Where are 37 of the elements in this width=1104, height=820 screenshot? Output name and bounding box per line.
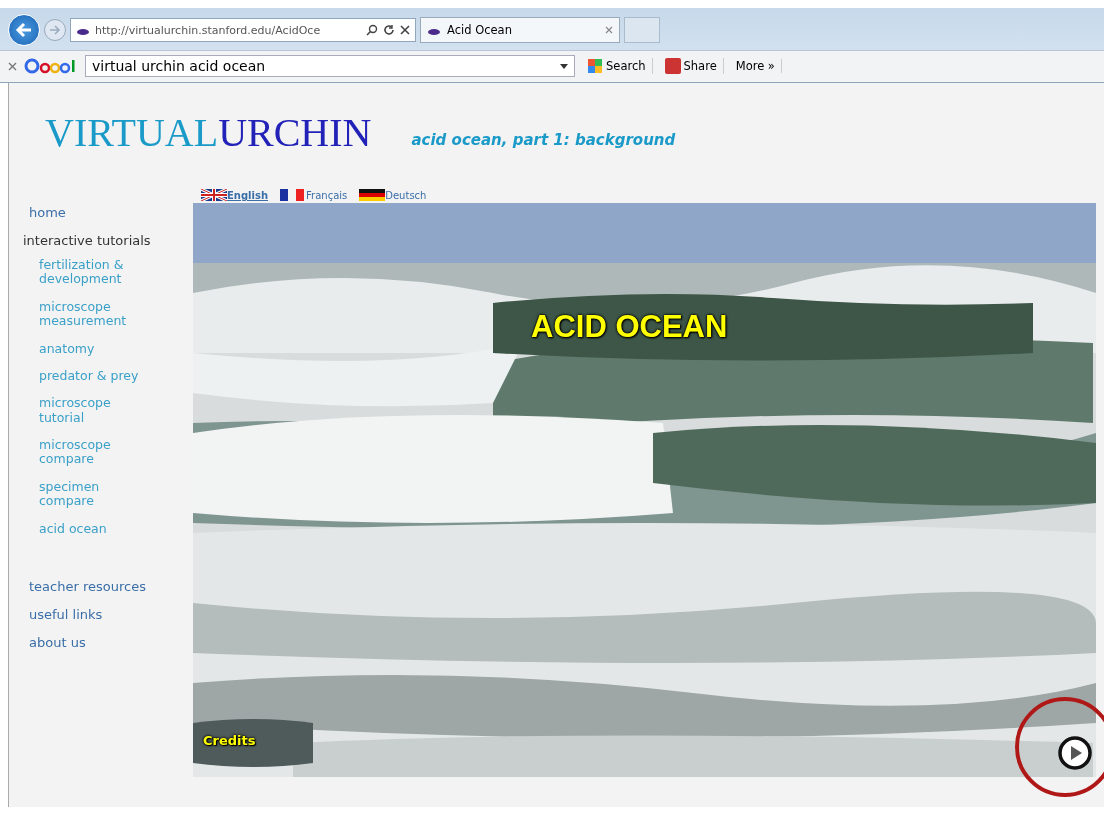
nav-link[interactable]: teacher resources (29, 578, 193, 594)
refresh-icon[interactable] (383, 24, 395, 36)
nav-link[interactable]: fertilization & development (39, 258, 193, 287)
flag-icon (201, 189, 227, 201)
nav-link[interactable]: home (29, 205, 193, 220)
flag-icon (280, 189, 307, 201)
share-icon (664, 58, 681, 74)
nav-link[interactable]: anatomy (39, 341, 193, 356)
search-icon[interactable] (366, 24, 378, 36)
url-text: http://virtualurchin.stanford.edu/AcidOce (95, 23, 322, 37)
credits-link[interactable]: Credits (203, 733, 256, 748)
browser-tab[interactable]: Acid Ocean (420, 17, 620, 43)
search-field[interactable]: virtual urchin acid ocean (85, 55, 575, 77)
close-icon[interactable] (400, 25, 410, 35)
nav-link[interactable]: microscope tutorial (39, 396, 193, 425)
flag-icon (359, 189, 386, 201)
nav-link[interactable]: specimen compare (39, 479, 193, 509)
dropdown-icon[interactable] (560, 63, 568, 69)
toolbar-button[interactable]: Search (581, 58, 653, 74)
toolbar-button[interactable]: More » (729, 59, 782, 73)
back-button[interactable] (8, 14, 40, 46)
toolbar-button[interactable]: Share (658, 58, 724, 74)
nav-heading: interactive tutorials (23, 233, 152, 248)
forward-arrow-icon (48, 23, 62, 37)
nav-link[interactable]: useful links (29, 606, 193, 622)
language-link[interactable]: Deutsch (359, 189, 427, 201)
address-bar[interactable]: http://virtualurchin.stanford.edu/AcidOce (70, 18, 416, 42)
slide-title: ACID OCEAN (531, 309, 728, 345)
page-subtitle: acid ocean, part 1: background (411, 131, 676, 151)
site-logo[interactable]: VIRTUALURCHIN (45, 113, 372, 153)
squares-icon (587, 58, 603, 74)
nav-link[interactable]: about us (29, 634, 193, 650)
language-link[interactable]: Français (280, 189, 348, 201)
nav-link[interactable]: acid ocean (39, 521, 193, 536)
nav-link[interactable]: predator & prey (39, 368, 193, 384)
nav-link[interactable]: microscope measurement (39, 299, 193, 329)
nav-link[interactable]: microscope compare (39, 438, 193, 467)
